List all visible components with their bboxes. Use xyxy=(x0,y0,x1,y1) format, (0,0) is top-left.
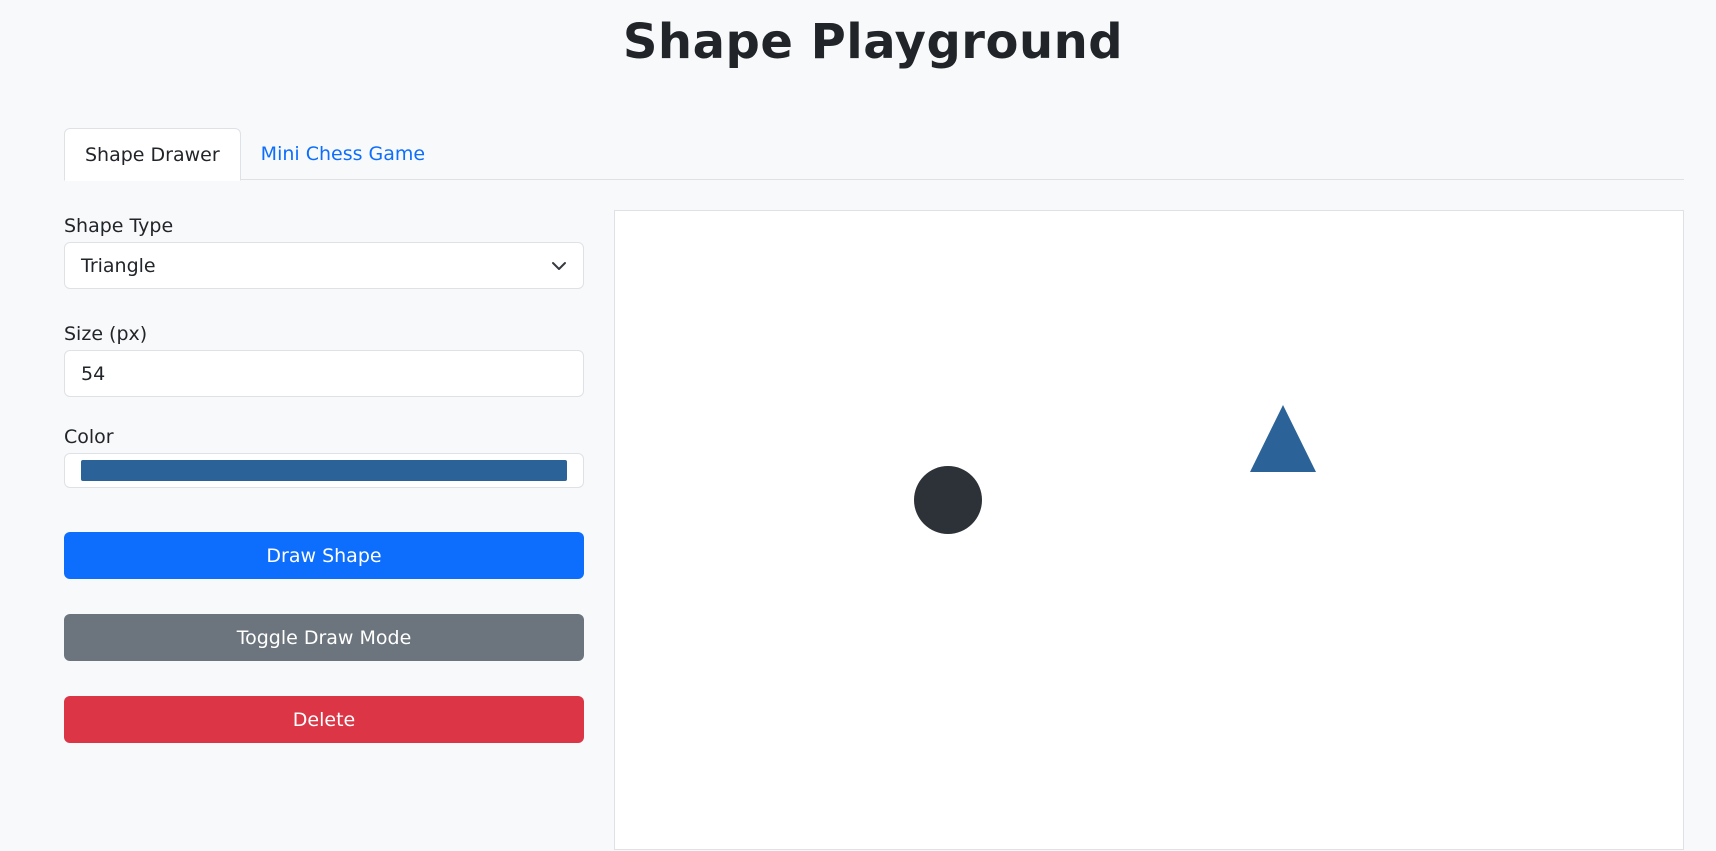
shape-type-select[interactable]: Triangle xyxy=(64,242,584,289)
color-picker[interactable] xyxy=(64,453,584,488)
color-label: Color xyxy=(64,426,114,448)
tab-mini-chess-game[interactable]: Mini Chess Game xyxy=(241,128,445,180)
size-input[interactable] xyxy=(64,350,584,397)
circle-shape[interactable] xyxy=(914,466,982,534)
triangle-shape[interactable] xyxy=(1250,405,1316,472)
toggle-draw-mode-button[interactable]: Toggle Draw Mode xyxy=(64,614,584,661)
size-label: Size (px) xyxy=(64,323,148,345)
page-title: Shape Playground xyxy=(622,14,1124,70)
color-swatch xyxy=(81,460,567,481)
shape-form: Shape Type Triangle Size (px) Color Draw… xyxy=(64,210,584,743)
tab-shape-drawer[interactable]: Shape Drawer xyxy=(64,128,241,181)
chevron-down-icon xyxy=(552,261,566,270)
drawing-canvas[interactable] xyxy=(614,210,1684,850)
draw-shape-button[interactable]: Draw Shape xyxy=(64,532,584,579)
shape-type-value: Triangle xyxy=(81,254,156,277)
delete-button[interactable]: Delete xyxy=(64,696,584,743)
canvas-shapes xyxy=(914,405,1316,534)
shape-type-label: Shape Type xyxy=(64,215,174,237)
tab-bar: Shape Drawer Mini Chess Game xyxy=(64,128,1684,181)
